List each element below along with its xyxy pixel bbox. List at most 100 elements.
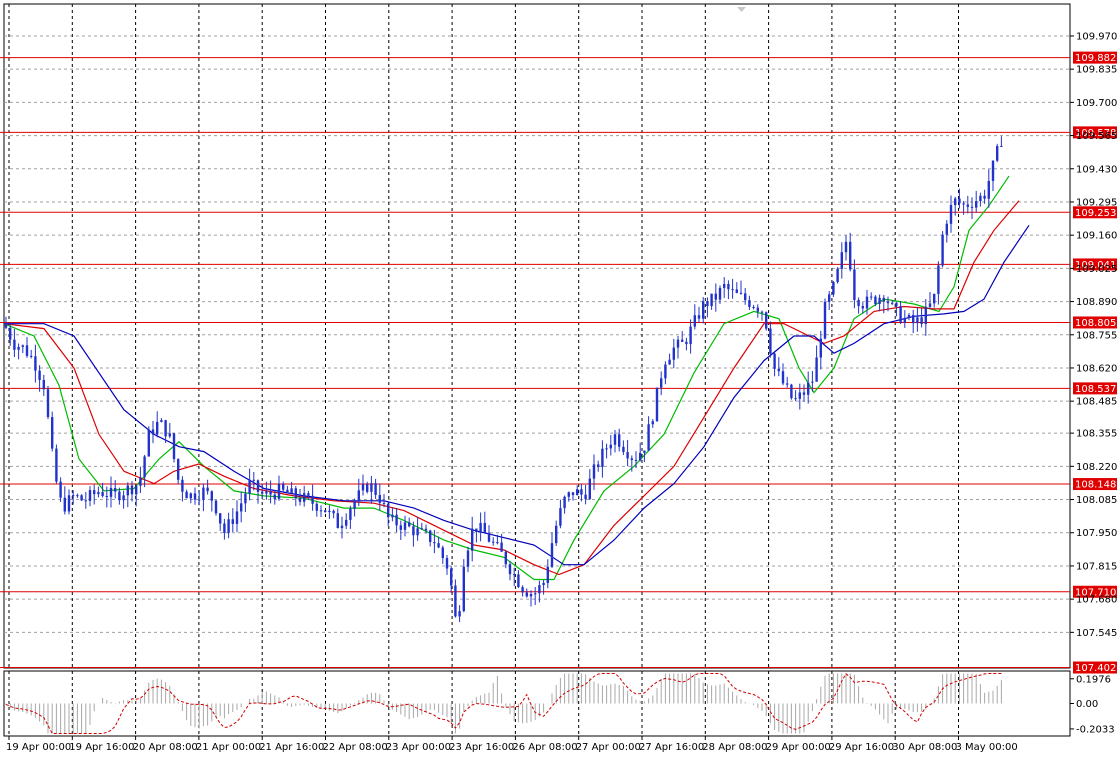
price-chart[interactable]: 109.882109.578109.253109.041108.805108.5… xyxy=(0,0,1120,758)
candle-body xyxy=(450,568,453,586)
candle-body xyxy=(168,433,171,437)
candle-body xyxy=(370,483,373,492)
candle-body xyxy=(357,490,360,502)
time-tick-label: 29 Apr 00:00 xyxy=(766,742,831,753)
candle-body xyxy=(244,493,247,504)
candle-body xyxy=(874,296,877,304)
candle-body xyxy=(777,368,780,372)
candle-body xyxy=(109,487,113,497)
price-tick-label: 108.890 xyxy=(1076,297,1117,308)
candle-body xyxy=(492,541,495,543)
candle-body xyxy=(996,146,999,161)
time-tick-label: 3 May 00:00 xyxy=(956,742,1018,753)
candle-body xyxy=(214,500,218,514)
candle-body xyxy=(916,317,919,324)
candle-body xyxy=(954,198,957,206)
candle-body xyxy=(235,511,239,524)
price-plot-area xyxy=(3,3,1071,669)
candle-body xyxy=(59,481,62,498)
candle-body xyxy=(891,302,894,304)
candle-body xyxy=(206,487,209,492)
candle-body xyxy=(928,303,932,307)
candle-body xyxy=(878,297,881,304)
candle-body xyxy=(647,424,650,451)
candle-body xyxy=(240,503,243,512)
candle-body xyxy=(823,301,827,339)
candle-body xyxy=(458,611,461,617)
candle-body xyxy=(991,160,995,181)
candle-body xyxy=(429,530,432,543)
candle-body xyxy=(840,252,843,269)
candle-body xyxy=(122,495,125,501)
candle-body xyxy=(282,483,285,490)
candle-body xyxy=(399,525,402,530)
candle-body xyxy=(72,495,75,497)
candle-body xyxy=(114,487,117,492)
time-tick-label: 27 Apr 16:00 xyxy=(639,742,704,753)
level-label: 108.148 xyxy=(1075,480,1116,491)
candle-body xyxy=(937,265,940,294)
candle-body xyxy=(945,223,948,235)
candle-body xyxy=(319,510,323,512)
candle-body xyxy=(886,301,890,304)
candle-body xyxy=(88,490,92,501)
candle-body xyxy=(256,480,260,492)
candle-body xyxy=(130,485,134,495)
candle-body xyxy=(361,484,365,491)
candle-body xyxy=(693,315,696,327)
candle-body xyxy=(949,205,953,224)
candle-body xyxy=(223,523,226,533)
time-tick-label: 23 Apr 16:00 xyxy=(449,742,514,753)
candle-body xyxy=(454,585,457,617)
candle-body xyxy=(63,497,66,512)
candle-body xyxy=(920,317,923,325)
candle-body xyxy=(723,283,726,288)
candle-body xyxy=(639,452,642,461)
candle-body xyxy=(899,306,902,323)
candle-body xyxy=(983,195,986,199)
candle-body xyxy=(794,398,797,400)
candle-body xyxy=(34,356,37,371)
candle-body xyxy=(504,551,507,565)
candle-body xyxy=(496,542,499,544)
candle-body xyxy=(265,491,268,494)
candle-body xyxy=(378,494,381,503)
candle-body xyxy=(290,488,293,494)
candle-body xyxy=(643,450,646,453)
level-label: 108.537 xyxy=(1075,384,1116,395)
time-tick-label: 21 Apr 16:00 xyxy=(259,742,324,753)
time-tick-label: 22 Apr 08:00 xyxy=(323,742,388,753)
candle-body xyxy=(630,458,633,460)
candle-body xyxy=(416,528,419,536)
candle-body xyxy=(861,306,864,309)
candle-body xyxy=(571,492,575,496)
candle-body xyxy=(76,495,79,497)
level-label: 109.882 xyxy=(1075,53,1116,64)
price-tick-label: 109.160 xyxy=(1076,231,1117,242)
candle-body xyxy=(349,508,352,520)
candle-body xyxy=(731,289,734,291)
candle-body xyxy=(466,550,470,567)
candle-body xyxy=(135,485,138,495)
candle-body xyxy=(521,587,524,593)
candle-body xyxy=(668,359,671,365)
candle-body xyxy=(1000,145,1003,147)
level-label: 108.805 xyxy=(1075,318,1116,329)
candle-body xyxy=(412,526,415,536)
candle-body xyxy=(475,528,478,533)
time-tick-label: 19 Apr 16:00 xyxy=(69,742,134,753)
candle-body xyxy=(374,483,377,495)
candle-body xyxy=(307,493,310,496)
candle-body xyxy=(42,379,45,390)
candle-body xyxy=(781,371,785,384)
candle-body xyxy=(580,489,583,495)
time-tick-label: 29 Apr 16:00 xyxy=(829,742,894,753)
candle-body xyxy=(177,459,180,480)
candle-body xyxy=(664,364,667,379)
candle-body xyxy=(345,519,348,526)
candle-body xyxy=(156,421,159,435)
candle-body xyxy=(555,525,558,544)
candle-body xyxy=(382,502,386,504)
candle-body xyxy=(17,346,20,350)
candle-body xyxy=(487,532,491,542)
